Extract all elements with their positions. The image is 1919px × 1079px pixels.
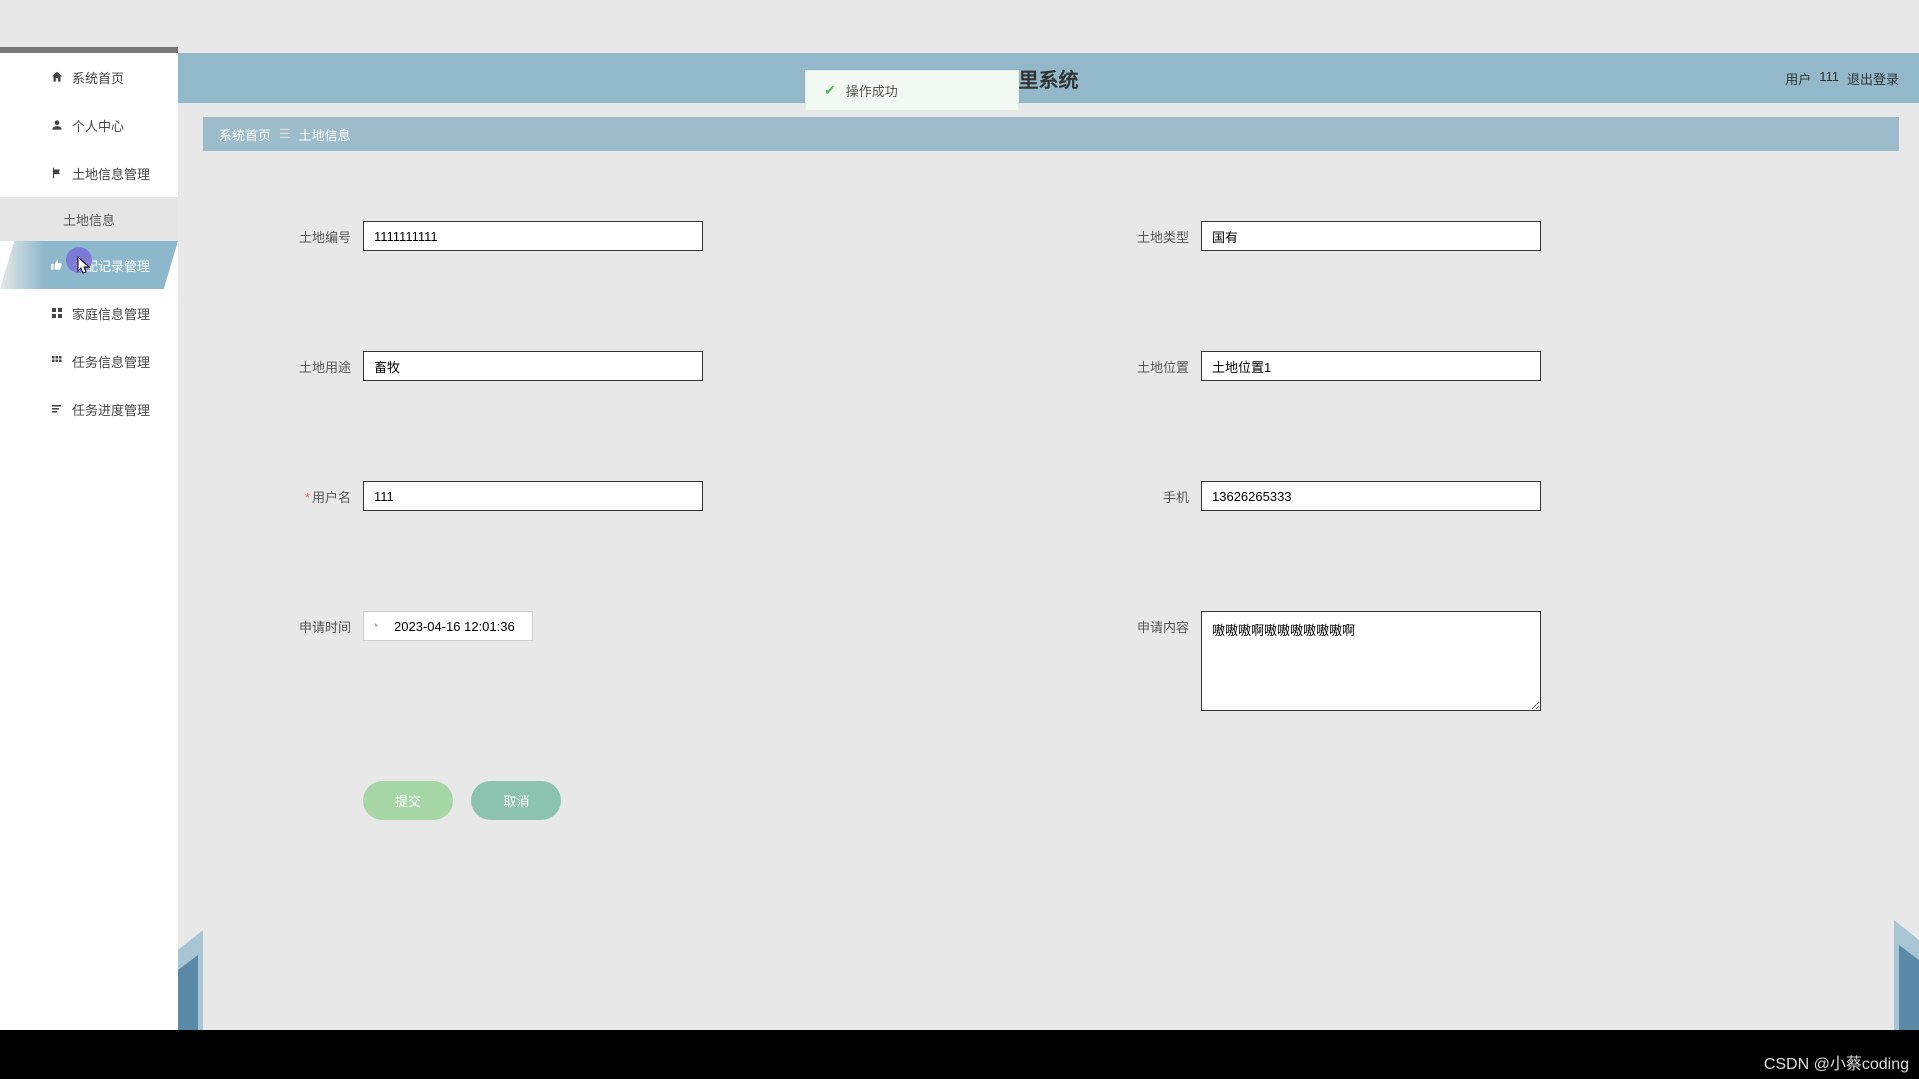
logout-link[interactable]: 退出登录 xyxy=(1847,69,1899,88)
input-land-location[interactable] xyxy=(1201,351,1541,381)
sidebar-subitem-label: 土地信息 xyxy=(63,210,115,229)
breadcrumb-home[interactable]: 系统首页 xyxy=(219,125,271,144)
watermark: CSDN @小蔡coding xyxy=(1764,1050,1909,1074)
breadcrumb-sep-icon: ☰ xyxy=(279,126,291,142)
sidebar-item-label: 土地信息管理 xyxy=(50,164,150,183)
sidebar-item-label: 任务信息管理 xyxy=(50,352,150,371)
username-display: 111 xyxy=(1819,69,1839,88)
breadcrumb-current: 土地信息 xyxy=(299,125,351,144)
sidebar-item-label: 家庭信息管理 xyxy=(50,304,150,323)
sidebar: 系统首页 个人中心 土地信息管理 土地信息 分配记录管理 xyxy=(0,53,178,1030)
cancel-button[interactable]: 取消 xyxy=(471,781,561,820)
sidebar-item-home[interactable]: 系统首页 xyxy=(0,53,178,101)
label-land-type: 土地类型 xyxy=(1081,221,1201,246)
list-icon xyxy=(50,402,64,416)
input-land-type[interactable] xyxy=(1201,221,1541,251)
sidebar-item-profile[interactable]: 个人中心 xyxy=(0,101,178,149)
person-icon xyxy=(50,118,64,132)
clock-icon: ◔ xyxy=(371,618,379,633)
submit-button[interactable]: 提交 xyxy=(363,781,453,820)
grid-icon xyxy=(50,306,64,320)
form-row-land-id: 土地编号 xyxy=(243,221,1021,251)
input-land-id[interactable] xyxy=(363,221,703,251)
sidebar-item-land-manage[interactable]: 土地信息管理 xyxy=(0,149,178,197)
flag-icon xyxy=(50,166,64,180)
input-apply-time[interactable] xyxy=(363,611,533,641)
input-land-use[interactable] xyxy=(363,351,703,381)
label-land-location: 土地位置 xyxy=(1081,351,1201,376)
app-title: 里系统 xyxy=(1019,64,1079,93)
cursor-highlight xyxy=(66,247,92,273)
content-panel: 系统首页 ☰ 土地信息 土地编号 土地类型 土地用途 土地位置 *用户名 xyxy=(203,117,1899,860)
form-row-land-use: 土地用途 xyxy=(243,351,1021,381)
sidebar-subitem-land-info[interactable]: 土地信息 xyxy=(0,197,178,241)
sidebar-item-task-progress[interactable]: 任务进度管理 xyxy=(0,385,178,433)
form-row-username: *用户名 xyxy=(243,481,1021,511)
check-icon: ✔ xyxy=(824,82,836,99)
home-icon xyxy=(50,70,64,84)
grid2-icon xyxy=(50,354,64,368)
form-row-apply-time: 申请时间 ◔ xyxy=(243,611,1021,711)
success-toast: ✔ 操作成功 xyxy=(805,70,1019,111)
textarea-apply-content[interactable] xyxy=(1201,611,1541,711)
sidebar-item-task-info[interactable]: 任务信息管理 xyxy=(0,337,178,385)
form-row-apply-content: 申请内容 xyxy=(1081,611,1859,711)
form-row-phone: 手机 xyxy=(1081,481,1859,511)
form-row-land-type: 土地类型 xyxy=(1081,221,1859,251)
corner-decoration-right xyxy=(1869,910,1919,1030)
toast-message: 操作成功 xyxy=(846,81,898,100)
label-phone: 手机 xyxy=(1081,481,1201,506)
user-label: 用户 xyxy=(1785,69,1811,88)
sidebar-item-label: 任务进度管理 xyxy=(50,400,150,419)
label-land-use: 土地用途 xyxy=(243,351,363,376)
form-actions: 提交 取消 xyxy=(243,781,1859,820)
thumb-icon xyxy=(50,258,64,272)
sidebar-item-label: 分配记录管理 xyxy=(50,256,150,275)
breadcrumb: 系统首页 ☰ 土地信息 xyxy=(203,117,1899,151)
label-apply-time: 申请时间 xyxy=(243,611,363,636)
form: 土地编号 土地类型 土地用途 土地位置 *用户名 手机 xyxy=(203,151,1899,860)
input-phone[interactable] xyxy=(1201,481,1541,511)
label-land-id: 土地编号 xyxy=(243,221,363,246)
form-row-land-location: 土地位置 xyxy=(1081,351,1859,381)
label-apply-content: 申请内容 xyxy=(1081,611,1201,636)
header: 里系统 用户 111 退出登录 xyxy=(178,53,1919,103)
input-username[interactable] xyxy=(363,481,703,511)
label-username: *用户名 xyxy=(243,481,363,506)
sidebar-item-family[interactable]: 家庭信息管理 xyxy=(0,289,178,337)
corner-decoration-left xyxy=(178,910,228,1030)
